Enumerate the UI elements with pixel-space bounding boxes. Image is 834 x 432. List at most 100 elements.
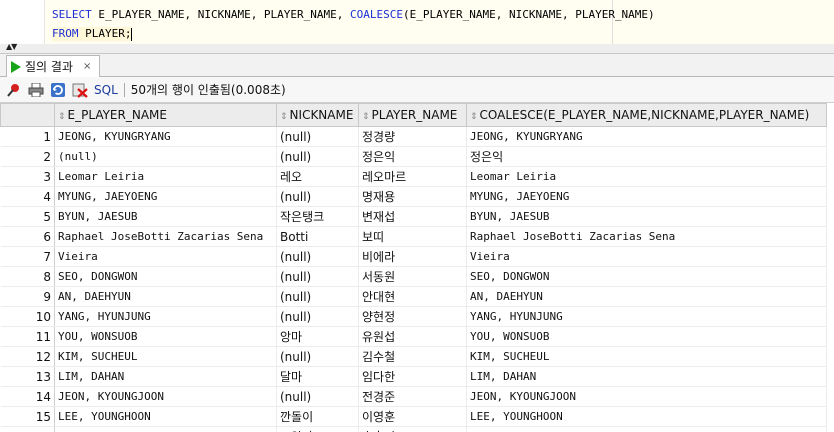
row-number[interactable]: 12	[0, 346, 55, 367]
cell-e-player-name[interactable]: YOU, WONSUOB	[54, 326, 277, 347]
row-number[interactable]: 6	[0, 226, 55, 247]
cell-coalesce[interactable]: SEO, DONGWON	[466, 266, 827, 287]
cell-e-player-name[interactable]: BYUN, JAESUB	[54, 206, 277, 227]
row-number[interactable]: 2	[0, 146, 55, 167]
table-row[interactable]: 4 MYUNG, JAEYOENG (null) 명재용 MYUNG, JAEYOENG	[0, 186, 827, 207]
row-number[interactable]: 5	[0, 206, 55, 227]
table-row[interactable]: 8 SEO, DONGWON (null) 서동원 SEO, DONGWON	[0, 266, 827, 287]
code-line-2[interactable]: FROM PLAYER;	[52, 27, 133, 41]
cell-player-name[interactable]: 김수철	[358, 346, 467, 367]
cell-e-player-name[interactable]: Leomar Leiria	[54, 166, 277, 187]
splitter-arrows-icon[interactable]: ▲▼	[6, 42, 17, 51]
cell-nickname[interactable]: 코알라	[276, 426, 359, 432]
cell-nickname[interactable]: (null)	[276, 126, 359, 147]
cell-nickname[interactable]: (null)	[276, 186, 359, 207]
cell-nickname[interactable]: (null)	[276, 306, 359, 327]
sql-editor[interactable]: SELECT E_PLAYER_NAME, NICKNAME, PLAYER_N…	[0, 0, 834, 45]
row-number[interactable]: 3	[0, 166, 55, 187]
refresh-icon[interactable]	[50, 82, 66, 98]
cell-e-player-name[interactable]: AN, DAEHYUN	[54, 286, 277, 307]
cell-coalesce[interactable]: 정은익	[466, 146, 827, 167]
column-header-nickname[interactable]: ⇕ NICKNAME	[276, 103, 359, 127]
result-grid[interactable]: ⇕ E_PLAYER_NAME ⇕ NICKNAME ⇕ PLAYER_NAME ⇕ C…	[0, 103, 834, 432]
cell-player-name[interactable]: 명재용	[358, 186, 467, 207]
table-row[interactable]: 14 JEON, KYOUNGJOON (null) 전경준 JEON, KYOUNGJ…	[0, 386, 827, 407]
cell-coalesce[interactable]: AN, DAEHYUN	[466, 286, 827, 307]
cell-player-name[interactable]: 이영훈	[358, 406, 467, 427]
table-row[interactable]: 3 Leomar Leiria 레오 레오마르 Leomar Leiria	[0, 166, 827, 187]
column-header-e-player-name[interactable]: ⇕ E_PLAYER_NAME	[54, 103, 277, 127]
cell-coalesce[interactable]: Vieira	[466, 246, 827, 267]
table-row[interactable]: 15 LEE, YOUNGHOON 깐돌이 이영훈 LEE, YOUNGHOON	[0, 406, 827, 427]
cell-e-player-name[interactable]: LEE, YOUNGHOON	[54, 406, 277, 427]
cell-nickname[interactable]: 작은탱크	[276, 206, 359, 227]
cell-nickname[interactable]: 레오	[276, 166, 359, 187]
table-row[interactable]: 6 Raphael JoseBotti Zacarias Sena Botti 보띠 R…	[0, 226, 827, 247]
table-row[interactable]: 7 Vieira (null) 비에라 Vieira	[0, 246, 827, 267]
table-row[interactable]: 12 KIM, SUCHEUL (null) 김수철 KIM, SUCHEUL	[0, 346, 827, 367]
cell-e-player-name[interactable]: JEONG, KYUNGRYANG	[54, 126, 277, 147]
cell-player-name[interactable]: 임다한	[358, 366, 467, 387]
delete-icon[interactable]	[72, 82, 88, 98]
cell-nickname[interactable]: (null)	[276, 266, 359, 287]
cell-e-player-name[interactable]: SEO, DONGWON	[54, 266, 277, 287]
cell-player-name[interactable]: 변재섭	[358, 206, 467, 227]
cell-player-name[interactable]: 양현정	[358, 306, 467, 327]
cell-coalesce[interactable]: Leomar Leiria	[466, 166, 827, 187]
cell-nickname[interactable]: (null)	[276, 286, 359, 307]
cell-coalesce[interactable]: KIM, SUCHEUL	[466, 346, 827, 367]
panel-splitter[interactable]: ▲▼	[0, 42, 834, 54]
cell-coalesce[interactable]: JEONG, KYUNGRYANG	[466, 126, 827, 147]
cell-e-player-name[interactable]: LIM, DAHAN	[54, 366, 277, 387]
cell-e-player-name[interactable]: MYUNG, JAEYOENG	[54, 186, 277, 207]
cell-nickname[interactable]: (null)	[276, 346, 359, 367]
table-row[interactable]: 11 YOU, WONSUOB 앙마 유원섭 YOU, WONSUOB	[0, 326, 827, 347]
cell-player-name[interactable]: 전경준	[358, 386, 467, 407]
row-number[interactable]: 4	[0, 186, 55, 207]
cell-coalesce[interactable]: YOU, WONSUOB	[466, 326, 827, 347]
cell-e-player-name[interactable]: CHOO, HOONKI	[54, 426, 277, 432]
sql-button[interactable]: SQL	[94, 83, 118, 97]
cell-coalesce[interactable]: CHOO, HOONKI	[466, 426, 827, 432]
cell-nickname[interactable]: 달마	[276, 366, 359, 387]
code-line-1[interactable]: SELECT E_PLAYER_NAME, NICKNAME, PLAYER_N…	[52, 8, 655, 22]
cell-player-name[interactable]: 비에라	[358, 246, 467, 267]
close-tab-icon[interactable]: ×	[83, 61, 91, 72]
cell-player-name[interactable]: 안대현	[358, 286, 467, 307]
cell-coalesce[interactable]: YANG, HYUNJUNG	[466, 306, 827, 327]
row-number[interactable]: 11	[0, 326, 55, 347]
pin-icon[interactable]	[6, 82, 22, 98]
tab-query-result[interactable]: 질의 결과 ×	[6, 55, 101, 77]
row-number[interactable]: 8	[0, 266, 55, 287]
cell-coalesce[interactable]: LEE, YOUNGHOON	[466, 406, 827, 427]
cell-player-name[interactable]: 추훈기	[358, 426, 467, 432]
cell-e-player-name[interactable]: JEON, KYOUNGJOON	[54, 386, 277, 407]
cell-coalesce[interactable]: Raphael JoseBotti Zacarias Sena	[466, 226, 827, 247]
column-header-coalesce[interactable]: ⇕ COALESCE(E_PLAYER_NAME,NICKNAME,PLAYER_…	[466, 103, 827, 127]
cell-e-player-name[interactable]: Raphael JoseBotti Zacarias Sena	[54, 226, 277, 247]
cell-player-name[interactable]: 레오마르	[358, 166, 467, 187]
cell-player-name[interactable]: 정은익	[358, 146, 467, 167]
row-number[interactable]: 10	[0, 306, 55, 327]
cell-player-name[interactable]: 유원섭	[358, 326, 467, 347]
row-number[interactable]: 16	[0, 426, 55, 432]
cell-coalesce[interactable]: BYUN, JAESUB	[466, 206, 827, 227]
cell-e-player-name[interactable]: KIM, SUCHEUL	[54, 346, 277, 367]
column-header-player-name[interactable]: ⇕ PLAYER_NAME	[358, 103, 467, 127]
cell-e-player-name[interactable]: (null)	[54, 146, 277, 167]
cell-coalesce[interactable]: LIM, DAHAN	[466, 366, 827, 387]
cell-nickname[interactable]: (null)	[276, 246, 359, 267]
row-number[interactable]: 1	[0, 126, 55, 147]
cell-nickname[interactable]: (null)	[276, 386, 359, 407]
cell-player-name[interactable]: 서동원	[358, 266, 467, 287]
cell-player-name[interactable]: 보띠	[358, 226, 467, 247]
cell-nickname[interactable]: 깐돌이	[276, 406, 359, 427]
table-row[interactable]: 2 (null) (null) 정은익 정은익	[0, 146, 827, 167]
print-icon[interactable]	[28, 82, 44, 98]
row-number[interactable]: 9	[0, 286, 55, 307]
table-row[interactable]: 13 LIM, DAHAN 달마 임다한 LIM, DAHAN	[0, 366, 827, 387]
cell-coalesce[interactable]: MYUNG, JAEYOENG	[466, 186, 827, 207]
table-row[interactable]: 9 AN, DAEHYUN (null) 안대현 AN, DAEHYUN	[0, 286, 827, 307]
cell-coalesce[interactable]: JEON, KYOUNGJOON	[466, 386, 827, 407]
cell-e-player-name[interactable]: Vieira	[54, 246, 277, 267]
